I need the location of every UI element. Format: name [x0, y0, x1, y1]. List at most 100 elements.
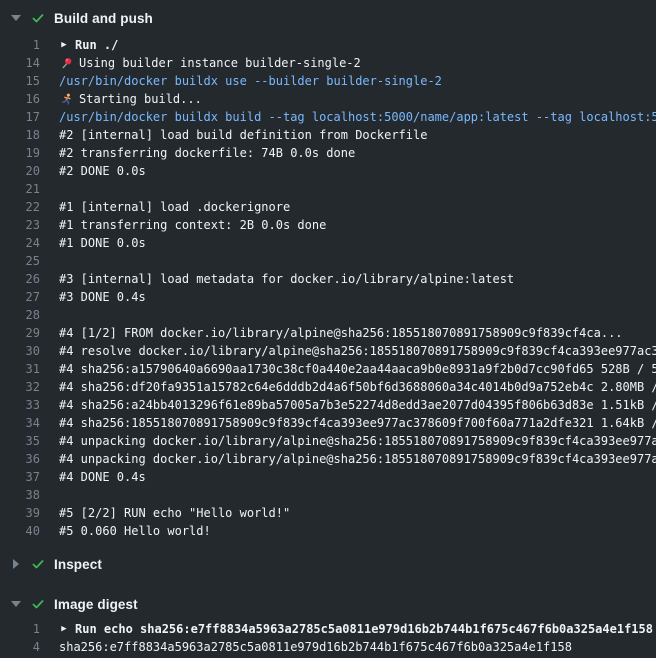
- log-line: 18 #2 [internal] load build definition fr…: [0, 126, 656, 144]
- line-text: #2 transferring dockerfile: 74B 0.0s don…: [59, 144, 355, 162]
- line-number[interactable]: 16: [0, 90, 40, 108]
- line-text: #3 [internal] load metadata for docker.i…: [59, 270, 514, 288]
- check-icon: [30, 596, 46, 612]
- section-header-inspect[interactable]: Inspect: [0, 550, 656, 578]
- log-line: 1▶Run ./: [0, 36, 656, 54]
- log-line: 20 #2 DONE 0.0s: [0, 162, 656, 180]
- log-line: 22 #1 [internal] load .dockerignore: [0, 198, 656, 216]
- line-number[interactable]: 25: [0, 252, 40, 270]
- line-number[interactable]: 39: [0, 504, 40, 522]
- line-number[interactable]: 23: [0, 216, 40, 234]
- pushpin-icon: [59, 57, 73, 70]
- log-line: 32 #4 sha256:df20fa9351a15782c64e6dddb2d4…: [0, 378, 656, 396]
- line-text: ▶Run echo sha256:e7ff8834a5963a2785c5a08…: [59, 620, 653, 638]
- chevron-down-icon[interactable]: [8, 601, 24, 607]
- log-line: 16Starting build...: [0, 90, 656, 108]
- section-title: Image digest: [54, 597, 138, 612]
- log-line: 40 #5 0.060 Hello world!: [0, 522, 656, 540]
- log-line: 1 ▶Run echo sha256:e7ff8834a5963a2785c5a0…: [0, 620, 656, 638]
- section-title: Build and push: [54, 11, 153, 26]
- line-number[interactable]: 15: [0, 72, 40, 90]
- section-header-build-and-push[interactable]: Build and push: [0, 4, 656, 32]
- log-line: 4 sha256:e7ff8834a5963a2785c5a0811e979d16…: [0, 638, 656, 656]
- line-number[interactable]: 4: [0, 638, 40, 656]
- log-line: 28: [0, 306, 656, 324]
- line-text: #4 resolve docker.io/library/alpine@sha2…: [59, 342, 656, 360]
- line-number[interactable]: 14: [0, 54, 40, 72]
- line-number[interactable]: 35: [0, 432, 40, 450]
- section-title: Inspect: [54, 557, 102, 572]
- play-icon[interactable]: ▶: [59, 620, 69, 638]
- log-line: 23 #1 transferring context: 2B 0.0s done: [0, 216, 656, 234]
- line-number[interactable]: 40: [0, 522, 40, 540]
- line-text: Using builder instance builder-single-2: [59, 54, 361, 72]
- log-line: 35 #4 unpacking docker.io/library/alpine@…: [0, 432, 656, 450]
- line-number[interactable]: 24: [0, 234, 40, 252]
- line-number[interactable]: 1: [0, 620, 40, 638]
- line-text: #1 DONE 0.0s: [59, 234, 146, 252]
- line-number[interactable]: 32: [0, 378, 40, 396]
- log-line: 15/usr/bin/docker buildx use --builder b…: [0, 72, 656, 90]
- line-number[interactable]: 38: [0, 486, 40, 504]
- line-text: #4 unpacking docker.io/library/alpine@sh…: [59, 450, 656, 468]
- line-text: #1 [internal] load .dockerignore: [59, 198, 290, 216]
- line-number[interactable]: 1: [0, 36, 40, 54]
- chevron-down-icon[interactable]: [8, 15, 24, 21]
- section-header-image-digest[interactable]: Image digest: [0, 590, 656, 618]
- line-number[interactable]: 31: [0, 360, 40, 378]
- line-text: #4 sha256:a24bb4013296f61e89ba57005a7b3e…: [59, 396, 656, 414]
- line-number[interactable]: 34: [0, 414, 40, 432]
- line-text: #5 [2/2] RUN echo "Hello world!": [59, 504, 290, 522]
- line-text: #4 DONE 0.4s: [59, 468, 146, 486]
- line-text: #4 sha256:df20fa9351a15782c64e6dddb2d4a6…: [59, 378, 656, 396]
- log-line: 30 #4 resolve docker.io/library/alpine@sh…: [0, 342, 656, 360]
- log-line: 31#4 sha256:a15790640a6690aa1730c38cf0a4…: [0, 360, 656, 378]
- log-line: 36 #4 unpacking docker.io/library/alpine@…: [0, 450, 656, 468]
- line-number[interactable]: 20: [0, 162, 40, 180]
- log-line: 17/usr/bin/docker buildx build --tag loc…: [0, 108, 656, 126]
- runner-icon: [59, 93, 73, 106]
- log-line: 27 #3 DONE 0.4s: [0, 288, 656, 306]
- log-line: 14 Using builder instance builder-single-…: [0, 54, 656, 72]
- play-icon[interactable]: ▶: [59, 36, 69, 54]
- line-number[interactable]: 19: [0, 144, 40, 162]
- line-number[interactable]: 30: [0, 342, 40, 360]
- log-line: 24 #1 DONE 0.0s: [0, 234, 656, 252]
- line-number[interactable]: 17: [0, 108, 40, 126]
- log-line: 33 #4 sha256:a24bb4013296f61e89ba57005a7b…: [0, 396, 656, 414]
- line-number[interactable]: 36: [0, 450, 40, 468]
- line-number[interactable]: 22: [0, 198, 40, 216]
- line-text: #2 DONE 0.0s: [59, 162, 146, 180]
- line-text: #4 unpacking docker.io/library/alpine@sh…: [59, 432, 656, 450]
- line-number[interactable]: 33: [0, 396, 40, 414]
- log-line: 37 #4 DONE 0.4s: [0, 468, 656, 486]
- line-number[interactable]: 26: [0, 270, 40, 288]
- log-line: 39 #5 [2/2] RUN echo "Hello world!": [0, 504, 656, 522]
- log-line: 21: [0, 180, 656, 198]
- line-number[interactable]: 37: [0, 468, 40, 486]
- check-icon: [30, 10, 46, 26]
- log-lines-image-digest: 1 ▶Run echo sha256:e7ff8834a5963a2785c5a0…: [0, 618, 656, 656]
- chevron-right-icon[interactable]: [8, 559, 24, 569]
- line-number[interactable]: 27: [0, 288, 40, 306]
- line-text: #2 [internal] load build definition from…: [59, 126, 427, 144]
- line-number[interactable]: 29: [0, 324, 40, 342]
- line-text: #4 sha256:185518070891758909c9f839cf4ca3…: [59, 414, 656, 432]
- line-number[interactable]: 28: [0, 306, 40, 324]
- log-line: 29 #4 [1/2] FROM docker.io/library/alpine…: [0, 324, 656, 342]
- log-line: 19 #2 transferring dockerfile: 74B 0.0s d…: [0, 144, 656, 162]
- line-text: #3 DONE 0.4s: [59, 288, 146, 306]
- line-text: #5 0.060 Hello world!: [59, 522, 211, 540]
- log-line: 38: [0, 486, 656, 504]
- log-line: 34 #4 sha256:185518070891758909c9f839cf4c…: [0, 414, 656, 432]
- line-text: #4 [1/2] FROM docker.io/library/alpine@s…: [59, 324, 623, 342]
- check-icon: [30, 556, 46, 572]
- line-text: #1 transferring context: 2B 0.0s done: [59, 216, 326, 234]
- log-line: 26 #3 [internal] load metadata for docker…: [0, 270, 656, 288]
- line-text: /usr/bin/docker buildx build --tag local…: [59, 108, 656, 126]
- line-number[interactable]: 21: [0, 180, 40, 198]
- log-line: 25: [0, 252, 656, 270]
- line-number[interactable]: 18: [0, 126, 40, 144]
- line-text: sha256:e7ff8834a5963a2785c5a0811e979d16b…: [59, 638, 572, 656]
- log-lines-build-and-push: 1▶Run ./14Using builder instance builder…: [0, 32, 656, 550]
